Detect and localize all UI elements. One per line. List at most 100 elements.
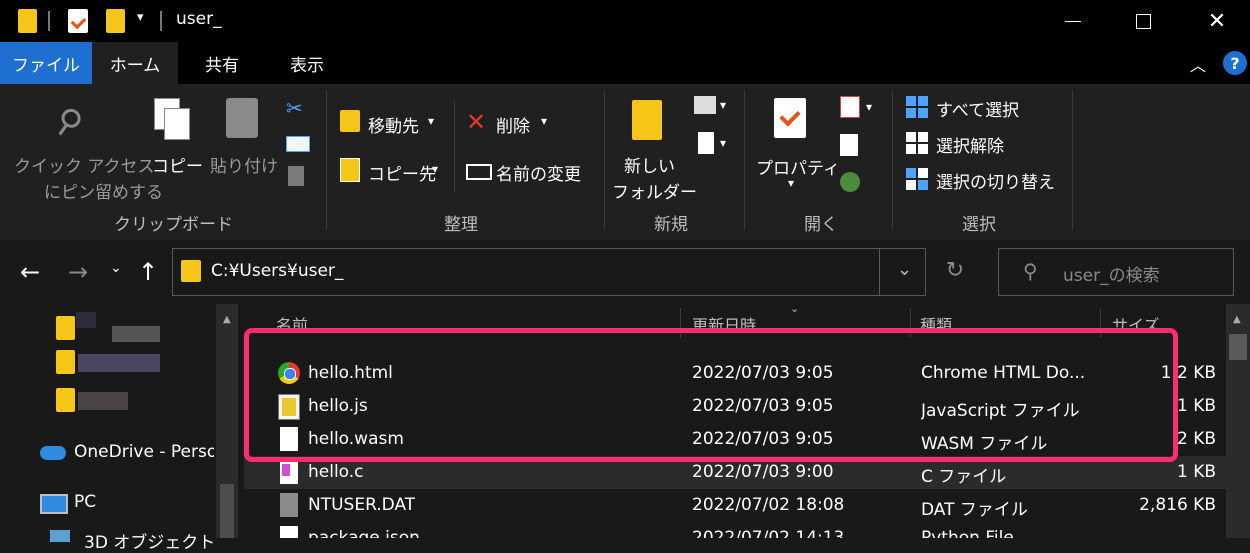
dat-file-icon: [280, 493, 298, 517]
address-path[interactable]: C:¥Users¥user_: [211, 261, 343, 281]
file-date: 2022/07/03 9:00: [692, 462, 834, 482]
file-type: Python File: [921, 528, 1014, 538]
folder-icon: [18, 9, 37, 33]
sidebar-item-3d-objects[interactable]: 3D オブジェクト: [84, 528, 214, 553]
new-item-icon[interactable]: [694, 96, 716, 114]
copy-button[interactable]: [152, 98, 192, 144]
delete-button[interactable]: 削除: [496, 112, 530, 137]
rename-button[interactable]: 名前の変更: [496, 160, 581, 185]
chevron-down-icon: ▾: [788, 176, 795, 190]
group-separator: [326, 90, 327, 230]
move-to-button[interactable]: 移動先: [368, 112, 419, 137]
scrollbar-thumb[interactable]: [1229, 334, 1247, 360]
file-row[interactable]: package.json 2022/07/02 14:13 Python Fil…: [244, 522, 1226, 538]
properties-icon: [774, 98, 806, 138]
group-separator: [892, 90, 893, 230]
folder-icon: [181, 260, 201, 282]
open-group-label: 開く: [804, 215, 838, 235]
forward-icon[interactable]: →: [68, 258, 88, 286]
chevron-down-icon: ▾: [866, 100, 873, 114]
chevron-down-icon: ▾: [432, 162, 439, 176]
group-separator: [1072, 90, 1073, 230]
tab-file[interactable]: ファイル: [0, 42, 92, 84]
collapse-ribbon-icon[interactable]: ︿: [1190, 52, 1206, 76]
open-icon[interactable]: [840, 96, 860, 118]
file-size: 1 KB: [1176, 396, 1216, 416]
3d-objects-icon: [50, 530, 70, 542]
file-date: 2022/07/02 14:13: [692, 528, 845, 538]
scroll-up-icon[interactable]: ▲: [1233, 314, 1241, 325]
maximize-icon: [1135, 13, 1151, 29]
file-row[interactable]: NTUSER.DAT 2022/07/02 18:08 DAT ファイル 2,8…: [244, 489, 1226, 522]
new-folder-quick-icon[interactable]: [106, 9, 125, 33]
customize-toolbar-icon[interactable]: ▾: [137, 10, 144, 25]
sort-indicator-icon: ⌄: [790, 302, 800, 315]
copy-label[interactable]: コピー: [152, 152, 203, 177]
file-date: 2022/07/02 18:08: [692, 495, 845, 515]
folder-icon[interactable]: [56, 316, 75, 340]
paste-label[interactable]: 貼り付け: [210, 152, 278, 177]
history-icon[interactable]: [840, 172, 860, 192]
scrollbar-thumb[interactable]: [220, 484, 234, 538]
address-dropdown-icon[interactable]: ⌄: [897, 259, 912, 280]
new-folder-label-1[interactable]: 新しい: [624, 152, 675, 177]
tab-share[interactable]: 共有: [190, 42, 254, 84]
sidebar-scrollbar[interactable]: ▲: [216, 304, 238, 538]
select-none-button[interactable]: 選択解除: [936, 132, 1004, 157]
sidebar-item-pc[interactable]: PC: [74, 492, 96, 512]
clipboard-group-label: クリップボード: [114, 215, 233, 235]
up-icon[interactable]: ↑: [138, 258, 158, 286]
file-name[interactable]: NTUSER.DAT: [308, 495, 415, 515]
select-all-icon: [906, 96, 928, 118]
copy-to-button[interactable]: コピー先: [368, 160, 436, 185]
search-placeholder[interactable]: user_の検索: [1063, 261, 1160, 286]
search-box[interactable]: ⚲ user_の検索: [998, 248, 1234, 296]
tab-view[interactable]: 表示: [274, 42, 340, 84]
recent-locations-icon[interactable]: ⌄: [110, 260, 122, 276]
file-type: C ファイル: [921, 467, 1007, 487]
navigation-pane: OneDrive - Perso PC 3D オブジェクト ▲: [0, 304, 240, 553]
cut-icon[interactable]: ✂: [286, 96, 303, 120]
file-size: 2,816 KB: [1139, 495, 1216, 515]
new-folder-label-2[interactable]: フォルダー: [612, 178, 697, 203]
refresh-icon[interactable]: ↻: [938, 258, 972, 288]
chevron-down-icon: ▾: [720, 136, 727, 150]
new-group-label: 新規: [654, 215, 688, 235]
paste-shortcut-icon[interactable]: [288, 166, 304, 186]
folder-icon[interactable]: [56, 350, 75, 374]
minimize-button[interactable]: [1043, 0, 1103, 42]
back-icon[interactable]: ←: [20, 258, 40, 286]
pin-icon: ⚲: [46, 98, 91, 146]
easy-access-icon[interactable]: [698, 132, 714, 154]
tab-home[interactable]: ホーム: [92, 42, 178, 84]
ribbon: ⚲ クイック アクセス にピン留めする コピー 貼り付け ✂ クリップボード 移…: [0, 84, 1250, 240]
highlight-annotation: [244, 328, 1178, 462]
address-bar[interactable]: C:¥Users¥user_ ⌄: [172, 248, 926, 296]
chevron-down-icon: ▾: [720, 98, 727, 112]
copy-to-icon: [340, 158, 360, 182]
scroll-up-icon[interactable]: ▲: [223, 314, 231, 325]
close-button[interactable]: ✕: [1187, 0, 1247, 42]
file-list-scrollbar[interactable]: ▲: [1226, 304, 1250, 538]
maximize-button[interactable]: [1113, 0, 1173, 42]
properties-quick-icon[interactable]: [68, 9, 88, 33]
edit-icon[interactable]: [840, 134, 858, 156]
pin-quick-access-label-1[interactable]: クイック アクセス: [14, 152, 155, 177]
copy-path-icon[interactable]: [286, 136, 310, 152]
pin-quick-access-label-2[interactable]: にピン留めする: [44, 178, 163, 203]
invert-selection-button[interactable]: 選択の切り替え: [936, 168, 1055, 193]
properties-button[interactable]: プロパティ: [756, 154, 840, 179]
select-all-button[interactable]: すべて選択: [936, 96, 1019, 121]
file-size: 2 KB: [1176, 429, 1216, 449]
folder-icon[interactable]: [56, 388, 75, 412]
divider: [879, 249, 880, 295]
paste-icon: [226, 98, 258, 138]
c-file-icon: [280, 460, 298, 484]
help-icon[interactable]: ?: [1223, 51, 1247, 75]
file-name[interactable]: package.json: [308, 528, 420, 538]
file-name[interactable]: hello.c: [308, 462, 364, 482]
move-to-icon: [340, 110, 360, 132]
invert-selection-icon: [906, 168, 928, 190]
sidebar-item-onedrive[interactable]: OneDrive - Perso: [74, 442, 214, 462]
cloud-icon: [40, 446, 66, 460]
